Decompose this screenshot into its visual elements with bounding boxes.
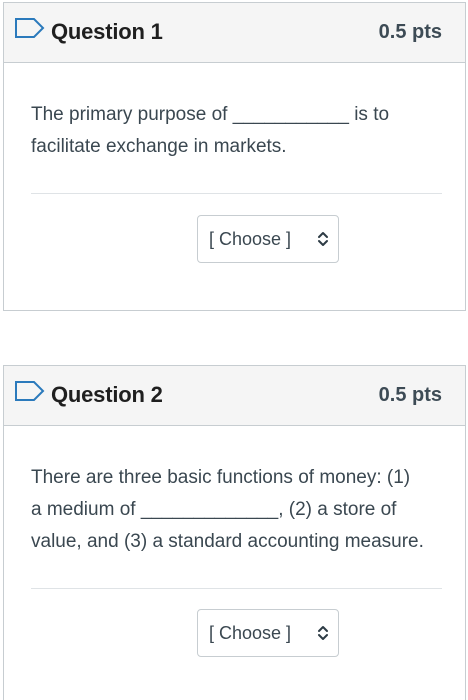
flag-icon[interactable] [14,380,46,402]
up-down-chevron-icon [318,232,328,246]
answer-select-value: [ Choose ] [209,623,292,643]
question-text: The primary purpose of ___________ is to… [31,99,441,163]
question-text-line: value, and (3) a standard accounting mea… [31,531,424,552]
divider [31,193,442,194]
flag-icon[interactable] [14,17,46,39]
question-text: There are three basic functions of money… [31,462,441,558]
question-header: Question 2 0.5 pts [4,366,465,426]
question-text-line: facilitate exchange in markets. [31,136,287,157]
answer-select-value: [ Choose ] [209,229,292,249]
question-header: Question 1 0.5 pts [4,3,465,63]
question-title: Question 1 [51,19,163,44]
answer-select[interactable]: [ Choose ] [197,609,339,657]
question-title: Question 2 [51,382,163,407]
question-text-line: a medium of _____________, (2) a store o… [31,499,397,520]
question-card-2: Question 2 0.5 pts There are three basic… [3,365,466,700]
quiz-page: Question 1 0.5 pts The primary purpose o… [0,0,468,700]
answer-select[interactable]: [ Choose ] [197,215,339,263]
question-text-line: There are three basic functions of money… [31,467,411,488]
question-text-line: The primary purpose of ___________ is to [31,104,390,125]
question-points: 0.5 pts [378,21,442,43]
up-down-chevron-icon [318,626,328,640]
question-card-1: Question 1 0.5 pts The primary purpose o… [3,2,466,311]
question-points: 0.5 pts [378,384,442,406]
divider [31,588,442,589]
